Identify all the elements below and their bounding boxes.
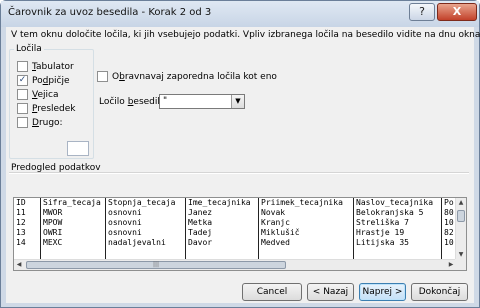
column-separator[interactable] <box>441 198 442 260</box>
preview-cell: 12 <box>16 218 26 227</box>
checkbox-box-checked[interactable]: ✓ <box>17 75 28 86</box>
preview-cell: MPOW <box>43 218 63 227</box>
preview-cell: nadaljevalni <box>108 238 166 247</box>
preview-column-header: Ime_tecajnika <box>188 198 251 207</box>
preview-cell: Janez <box>188 208 213 217</box>
checkbox-label: Presledek <box>32 103 76 114</box>
preview-cell: Belokranjska 5 <box>356 208 424 217</box>
column-separator[interactable] <box>185 198 186 260</box>
text-qualifier-select[interactable]: " ▼ <box>159 94 245 109</box>
preview-cell: MEXC <box>43 238 63 247</box>
preview-grid: ID Sifra_tecaja Stopnja_tecaja Ime_tecajnik… <box>14 198 456 260</box>
preview-cell: Litijska 35 <box>356 238 409 247</box>
checkbox-box[interactable] <box>97 71 108 82</box>
preview-column-header: Po <box>444 198 454 207</box>
preview-cell: 10 <box>444 218 454 227</box>
column-separator[interactable] <box>258 198 259 260</box>
back-button[interactable]: < Nazaj <box>307 283 354 301</box>
preview-cell: 82 <box>444 228 454 237</box>
next-button[interactable]: Naprej > <box>359 283 406 301</box>
preview-label: Predogled podatkov <box>11 163 101 173</box>
preview-cell: 80 <box>444 208 454 217</box>
delimiters-group: Ločila Tabulator ✓ Podpičje Vejica Presl… <box>9 44 94 159</box>
preview-cell: MWOR <box>43 208 63 217</box>
close-button[interactable]: X <box>437 3 477 21</box>
preview-cell: osnovni <box>108 218 142 227</box>
preview-cell: 10 <box>444 238 454 247</box>
preview-cell: Medved <box>261 238 290 247</box>
vertical-scrollbar[interactable]: ▲ ▼ <box>455 198 466 260</box>
checkbox-label: Tabulator <box>32 61 74 72</box>
scroll-up-icon[interactable]: ▲ <box>456 198 466 208</box>
checkbox-box[interactable] <box>17 89 28 100</box>
scroll-thumb[interactable]: ||| <box>26 261 286 269</box>
preview-cell: 14 <box>16 238 26 247</box>
column-separator[interactable] <box>40 198 41 260</box>
preview-column-header: ID <box>16 198 26 207</box>
preview-cell: Miklušič <box>261 228 300 237</box>
delimiters-legend: Ločila <box>14 44 44 54</box>
preview-column-header: Sifra_tecaja <box>43 198 101 207</box>
preview-cell: Hrastje 19 <box>356 228 405 237</box>
preview-cell: OWRI <box>43 228 63 237</box>
preview-column-header: Priimek_tecajnika <box>261 198 343 207</box>
column-separator[interactable] <box>105 198 106 260</box>
window-title: Čarovnik za uvoz besedila - Korak 2 od 3 <box>8 7 212 18</box>
finish-button[interactable]: Dokončaj <box>411 283 468 301</box>
checkbox-semicolon[interactable]: ✓ Podpičje <box>17 74 70 87</box>
data-preview[interactable]: ID Sifra_tecaja Stopnja_tecaja Ime_tecajnik… <box>13 197 467 271</box>
checkbox-tabulator[interactable]: Tabulator <box>17 60 74 73</box>
checkbox-space[interactable]: Presledek <box>17 102 76 115</box>
scroll-corner <box>455 259 466 270</box>
text-import-wizard-dialog: Čarovnik za uvoz besedila - Korak 2 od 3… <box>0 0 480 308</box>
preview-cell: Metka <box>188 218 213 227</box>
title-bar: Čarovnik za uvoz besedila - Korak 2 od 3… <box>1 1 479 27</box>
preview-cell: Kranjc <box>261 218 290 227</box>
preview-cell: Novak <box>261 208 286 217</box>
chevron-down-icon[interactable]: ▼ <box>231 95 244 108</box>
preview-cell: Davor <box>188 238 213 247</box>
checkbox-label: Drugo: <box>32 117 63 128</box>
checkbox-label: Obravnavaj zaporedna ločila kot eno <box>112 71 277 82</box>
intro-text: V tem oknu določite ločila, ki jih vsebu… <box>11 30 480 40</box>
preview-cell: osnovni <box>108 208 142 217</box>
cancel-button[interactable]: Cancel <box>242 283 302 301</box>
checkbox-label: Vejica <box>32 89 59 100</box>
checkbox-box[interactable] <box>17 117 28 128</box>
preview-cell: Streliška 7 <box>356 218 409 227</box>
scroll-left-icon[interactable]: ◀ <box>14 260 24 270</box>
scroll-thumb[interactable] <box>457 210 465 222</box>
checkbox-label: Podpičje <box>32 75 70 86</box>
preview-column-header: Naslov_tecajnika <box>356 198 434 207</box>
dialog-body: V tem oknu določite ločila, ki jih vsebu… <box>6 27 480 303</box>
checkbox-treat-consecutive[interactable]: Obravnavaj zaporedna ločila kot eno <box>97 71 277 82</box>
horizontal-scrollbar[interactable]: ◀ ||| ▶ <box>14 259 456 270</box>
checkbox-box[interactable] <box>17 61 28 72</box>
text-qualifier-value: " <box>163 96 168 106</box>
other-delimiter-input[interactable] <box>67 141 89 156</box>
checkbox-comma[interactable]: Vejica <box>17 88 58 101</box>
column-separator[interactable] <box>353 198 354 260</box>
help-button[interactable]: ? <box>409 3 435 21</box>
checkbox-box[interactable] <box>17 103 28 114</box>
preview-column-header: Stopnja_tecaja <box>108 198 176 207</box>
preview-cell: 13 <box>16 228 26 237</box>
checkbox-other[interactable]: Drugo: <box>17 116 63 129</box>
preview-cell: osnovni <box>108 228 142 237</box>
preview-cell: Tadej <box>188 228 213 237</box>
preview-cell: 11 <box>16 208 26 217</box>
